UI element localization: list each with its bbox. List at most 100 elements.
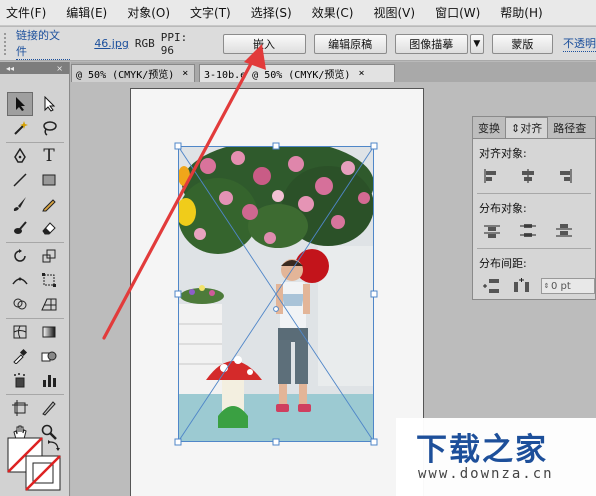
align-right-button[interactable] [553,167,575,185]
color-mode: RGB [134,37,155,50]
pencil-icon [42,199,56,212]
distribute-horizontal-space-button[interactable] [511,277,533,295]
tools-panel: ◂◂ × T [0,62,70,496]
magic-wand-tool[interactable] [7,116,33,140]
stepper-icon[interactable]: ⇕ [542,282,551,290]
image-trace-button[interactable]: 图像描摹 [394,33,468,54]
align-left-button[interactable] [481,167,503,185]
distribute-top-button[interactable] [481,222,503,240]
gradient-icon [42,326,56,338]
menu-file[interactable]: 文件(F) [6,4,46,21]
width-tool[interactable] [7,268,33,292]
mesh-tool[interactable] [7,320,33,344]
perspective-grid-tool[interactable] [36,292,62,316]
watermark: 下载之家 www.downza.cn [396,418,596,496]
handle-middle-right[interactable] [370,290,378,298]
selection-tool[interactable] [7,92,33,116]
menu-edit[interactable]: 编辑(E) [66,4,107,21]
image-trace-dropdown[interactable]: ▼ [469,33,484,54]
tab-align-label: 对齐 [520,122,543,135]
distribute-vertical-space-button[interactable] [481,277,503,295]
handle-middle-left[interactable] [174,290,182,298]
magic-wand-icon [14,121,28,135]
menu-help[interactable]: 帮助(H) [500,4,542,21]
paintbrush-tool[interactable] [7,192,33,216]
menu-window[interactable]: 窗口(W) [435,4,480,21]
blend-tool[interactable] [36,344,62,368]
tools-divider [6,318,64,319]
tools-divider [6,242,64,243]
handle-bottom-right[interactable] [370,438,378,446]
tools-divider [6,142,64,143]
mask-button[interactable]: 蒙版 [491,33,554,54]
align-objects-label: 对齐对象: [479,147,527,160]
menu-select[interactable]: 选择(S) [251,4,292,21]
handle-bottom-left[interactable] [174,438,182,446]
rectangle-tool[interactable] [36,168,62,192]
collapse-icon[interactable]: ◂◂ [6,64,14,73]
align-horizontal-center-button[interactable] [517,167,539,185]
embed-button[interactable]: 嵌入 [222,33,306,54]
slice-tool[interactable] [36,396,62,420]
control-bar-grip[interactable] [4,32,10,55]
hollow-arrow-icon [44,96,56,112]
fill-stroke-swatches[interactable] [6,436,64,492]
eraser-tool[interactable] [36,216,62,240]
menu-effect[interactable]: 效果(C) [312,4,354,21]
watermark-title: 下载之家 [416,432,548,468]
eraser-icon [42,222,56,235]
tools-panel-header: ◂◂ × [0,62,69,74]
artboard-tool[interactable] [7,396,33,420]
type-tool[interactable]: T [36,144,62,168]
arrow-icon [16,97,25,111]
handle-bottom-middle[interactable] [272,438,280,446]
align-center-icon [522,169,534,183]
menu-view[interactable]: 视图(V) [373,4,415,21]
watermark-url: www.downza.cn [418,466,554,482]
tab-transform[interactable]: 变换 [473,118,505,138]
chevron-down-icon: ▼ [473,38,481,49]
edit-original-button[interactable]: 编辑原稿 [313,33,387,54]
handle-top-middle[interactable] [272,142,280,150]
pencil-tool[interactable] [36,192,62,216]
menu-type[interactable]: 文字(T) [190,4,231,21]
symbol-sprayer-tool[interactable] [7,368,33,392]
tab-document-2[interactable]: 3-10b.e @ 50% (CMYK/预览) × [199,64,395,82]
panel-divider [477,248,591,249]
eyedropper-tool[interactable] [7,344,33,368]
shape-builder-tool[interactable] [7,292,33,316]
pen-tool[interactable] [7,144,33,168]
tab-align[interactable]: ⇕对齐 [505,117,549,138]
rectangle-icon [42,174,56,186]
tab-pathfinder[interactable]: 路径查 [548,118,591,138]
column-graph-tool[interactable] [36,368,62,392]
close-icon[interactable]: × [358,68,364,79]
line-segment-tool[interactable] [7,168,33,192]
linked-file-label[interactable]: 链接的文件 [15,27,71,60]
tab-label: @ 50% (CMYK/预览) [76,70,175,81]
distribute-vertical-center-button[interactable] [517,222,539,240]
tab-document-1[interactable]: @ 50% (CMYK/预览) × [71,64,195,82]
document-tabs: @ 50% (CMYK/预览) × 3-10b.e @ 50% (CMYK/预览… [71,62,596,82]
align-right-icon [560,169,572,183]
rotate-tool[interactable] [7,244,33,268]
tab-label: 3-10b.e @ 50% (CMYK/预览) [204,70,351,81]
opacity-link[interactable]: 不透明 [563,35,596,52]
close-icon[interactable]: × [56,64,63,73]
gradient-tool[interactable] [36,320,62,344]
free-transform-tool[interactable] [36,268,62,292]
shape-builder-icon [13,298,27,310]
type-icon: T [43,146,55,166]
tab-switch-icon: ⇕ [511,122,521,135]
handle-top-left[interactable] [174,142,182,150]
lasso-tool[interactable] [36,116,62,140]
distribute-bottom-button[interactable] [553,222,575,240]
linked-filename[interactable]: 46.jpg [94,37,129,50]
blob-brush-tool[interactable] [7,216,33,240]
scale-tool[interactable] [36,244,62,268]
handle-top-right[interactable] [370,142,378,150]
close-icon[interactable]: × [182,68,188,79]
direct-selection-tool[interactable] [36,92,62,116]
spacing-input[interactable]: ⇕ 0 pt [541,278,595,294]
menu-object[interactable]: 对象(O) [127,4,170,21]
